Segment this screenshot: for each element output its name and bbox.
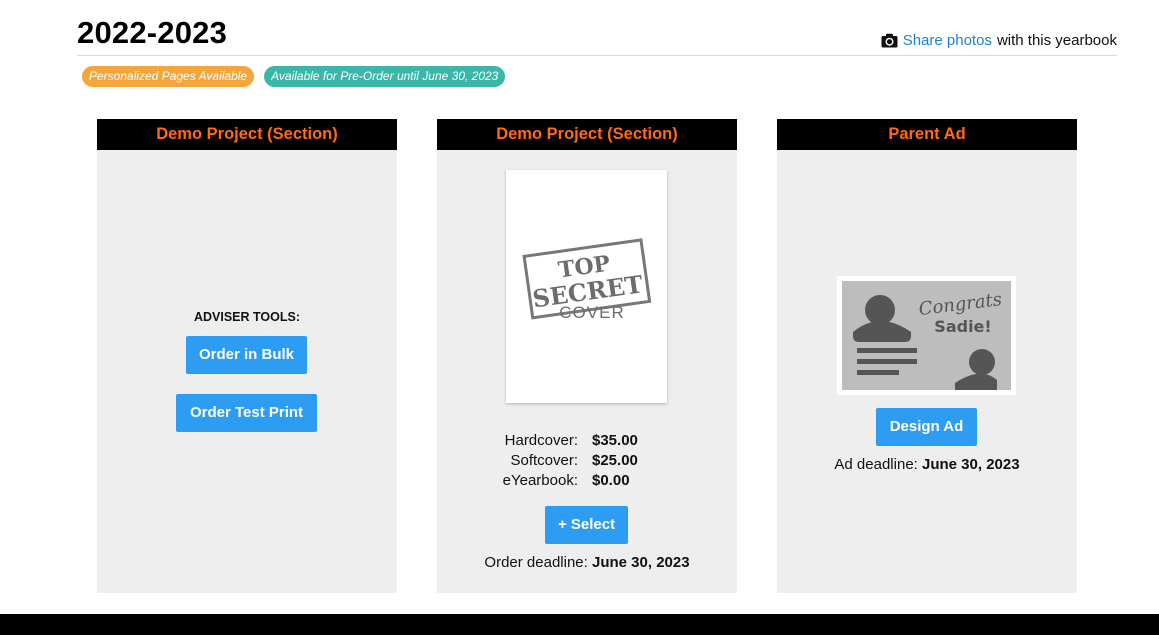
share-photos: Share photos with this yearbook	[881, 32, 1117, 49]
price-value: $0.00	[592, 471, 630, 489]
share-photos-suffix: with this yearbook	[996, 32, 1117, 49]
ad-deadline-value: June 30, 2023	[922, 456, 1020, 473]
cover-stamp-cover: COVER	[559, 303, 624, 322]
camera-icon	[881, 33, 898, 48]
personalized-pages-badge: Personalized Pages Available	[82, 66, 255, 87]
ad-deadline: Ad deadline: June 30, 2023	[777, 456, 1077, 473]
share-photos-link[interactable]: Share photos	[903, 32, 992, 49]
select-button[interactable]: + Select	[545, 506, 628, 544]
price-row-softcover: Softcover: $25.00	[437, 450, 737, 470]
order-deadline-value: June 30, 2023	[592, 554, 690, 571]
order-in-bulk-button[interactable]: Order in Bulk	[186, 336, 307, 374]
adviser-tools-label: ADVISER TOOLS:	[193, 310, 301, 324]
price-value: $25.00	[592, 451, 638, 469]
adviser-tools-card: Demo Project (Section) ADVISER TOOLS: Or…	[97, 119, 397, 593]
page-title: 2022-2023	[77, 15, 228, 50]
title-divider	[77, 55, 1117, 56]
order-deadline-label: Order deadline:	[484, 554, 588, 571]
price-row-hardcover: Hardcover: $35.00	[437, 430, 737, 450]
pre-order-badge: Available for Pre-Order until June 30, 2…	[264, 66, 506, 87]
ad-deadline-label: Ad deadline:	[834, 456, 918, 473]
badge-row: Personalized Pages Available Available f…	[82, 66, 506, 87]
footer-bar	[0, 614, 1159, 635]
order-test-print-button[interactable]: Order Test Print	[176, 394, 317, 432]
price-row-eyearbook: eYearbook: $0.00	[437, 470, 737, 490]
demo-project-card: Demo Project (Section) TOP SECRET COVER …	[437, 119, 737, 593]
parent-ad-image: Congrats Sadie!	[837, 276, 1016, 395]
card-header: Demo Project (Section)	[437, 119, 737, 150]
ad-name-text: Sadie!	[934, 317, 991, 336]
price-label: Softcover:	[510, 451, 578, 469]
design-ad-button[interactable]: Design Ad	[876, 408, 977, 446]
price-label: Hardcover:	[504, 431, 578, 449]
price-value: $35.00	[592, 431, 638, 449]
card-header: Parent Ad	[777, 119, 1077, 150]
yearbook-cover-image[interactable]: TOP SECRET COVER	[506, 170, 667, 403]
parent-ad-card: Parent Ad Congrats Sadie! Design Ad Ad d…	[777, 119, 1077, 593]
price-list: Hardcover: $35.00 Softcover: $25.00 eYea…	[437, 430, 737, 490]
order-deadline: Order deadline: June 30, 2023	[437, 554, 737, 571]
card-header: Demo Project (Section)	[97, 119, 397, 150]
price-label: eYearbook:	[502, 471, 578, 489]
